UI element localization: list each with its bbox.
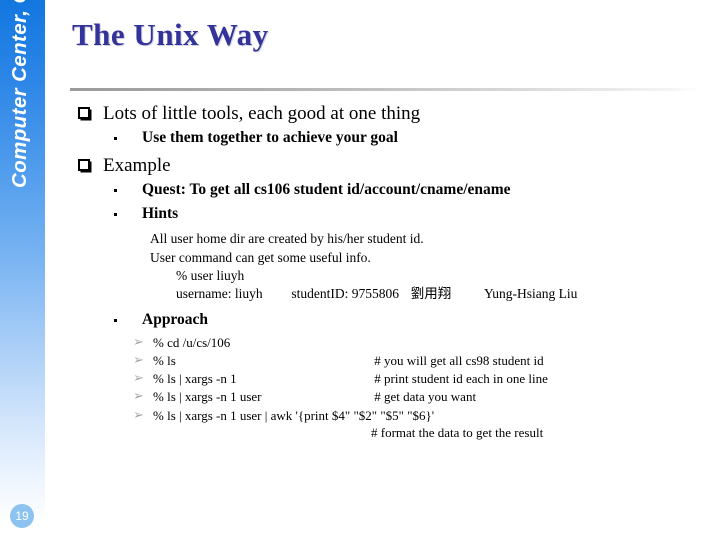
output-chinese-name: 劉用翔 <box>410 286 452 302</box>
bullet-level1-tools: Lots of little tools, each good at one t… <box>78 104 706 123</box>
sidebar-branding-label: Computer Center, CS, NCTU <box>8 0 31 188</box>
bullet-text: Use them together to achieve your goal <box>142 129 398 146</box>
command-text: % cd /u/cs/106 <box>153 334 231 350</box>
square-bullet-icon <box>78 159 90 172</box>
bullet-text: Approach <box>142 311 209 329</box>
bullet-text: Example <box>103 155 171 177</box>
command-text: % ls | xargs -n 1 user | awk '{print $4"… <box>153 407 435 423</box>
bullet-level1-example: Example <box>78 156 706 175</box>
square-bullet-icon <box>78 107 90 119</box>
arrow-bullet-icon: ➢ <box>133 371 144 387</box>
hint-line-home-dir: All user home dir are created by his/her… <box>150 230 424 246</box>
command-row: ➢ % ls | xargs -n 1 user | awk '{print $… <box>78 407 706 423</box>
dot-bullet-icon <box>114 137 117 140</box>
command-text: % ls <box>153 352 176 368</box>
sidebar: Computer Center, CS, NCTU 19 <box>0 0 45 540</box>
bullet-level2-use-together: Use them together to achieve your goal <box>78 129 706 146</box>
command-text: % ls | xargs -n 1 <box>153 371 237 387</box>
slide-body: Lots of little tools, each good at one t… <box>78 104 706 440</box>
bullet-text: Lots of little tools, each good at one t… <box>103 103 421 124</box>
arrow-bullet-icon: ➢ <box>133 352 144 368</box>
arrow-bullet-icon: ➢ <box>133 389 144 405</box>
command-comment: # get data you want <box>374 389 477 405</box>
hint-line-user-output: username: liuyh studentID: 9755806 劉用翔 Y… <box>78 286 706 301</box>
command-row: ➢ % ls # you will get all cs98 student i… <box>78 352 706 368</box>
bullet-level2-approach: Approach <box>78 312 706 328</box>
hint-line-user-liuyh: % user liuyh <box>176 268 245 284</box>
command-comment: # you will get all cs98 student id <box>374 352 544 368</box>
output-english-name: Yung-Hsiang Liu <box>483 286 578 302</box>
hint-line-user-command: User command can get some useful info. <box>150 249 371 265</box>
command-row: ➢ % ls | xargs -n 1 user # get data you … <box>78 389 706 405</box>
bullet-level2-quest: Quest: To get all cs106 student id/accou… <box>78 182 706 198</box>
dot-bullet-icon <box>114 189 117 193</box>
bullet-text: Hints <box>142 204 179 222</box>
command-text: % ls | xargs -n 1 user <box>153 389 262 405</box>
page-number-badge: 19 <box>10 504 34 528</box>
dot-bullet-icon <box>114 319 117 323</box>
output-username: username: liuyh <box>176 286 263 302</box>
arrow-bullet-icon: ➢ <box>133 334 144 350</box>
bullet-text: Quest: To get all cs106 student id/accou… <box>142 181 511 199</box>
command-row: ➢ % ls | xargs -n 1 # print student id e… <box>78 371 706 387</box>
arrow-bullet-icon: ➢ <box>133 407 144 423</box>
dot-bullet-icon <box>114 212 117 216</box>
bullet-level2-hints: Hints <box>78 204 706 222</box>
page-title: The Unix Way <box>72 17 269 52</box>
command-comment: # print student id each in one line <box>374 371 548 387</box>
command-row: ➢ % cd /u/cs/106 <box>78 334 706 350</box>
slide: Computer Center, CS, NCTU 19 The Unix Wa… <box>0 0 720 540</box>
command-comment-final: # format the data to get the result <box>371 424 544 440</box>
output-studentid: studentID: 9755806 <box>291 286 399 302</box>
title-divider <box>70 88 700 91</box>
